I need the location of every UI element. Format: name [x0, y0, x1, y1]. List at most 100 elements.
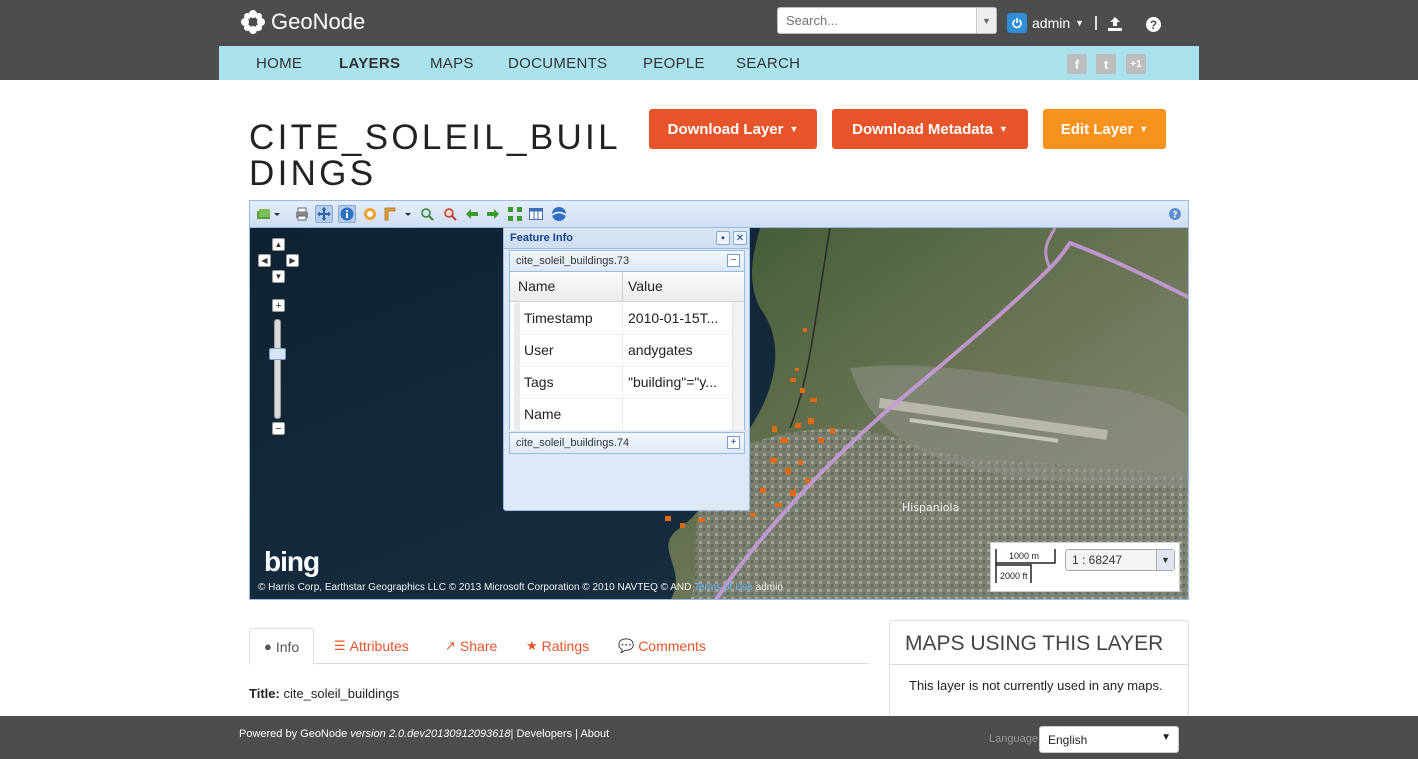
map-viewer: ? Hispaniola ▲ ◀ ▶ ▼ + − bing © Harris C…	[249, 200, 1189, 600]
zoom-slider-handle[interactable]	[269, 348, 286, 360]
user-menu[interactable]: admin ▼	[1007, 13, 1084, 33]
share-icon: ↗	[445, 638, 456, 653]
property-value: 2010-01-15T...	[628, 310, 719, 326]
nav-documents[interactable]: DOCUMENTS	[508, 55, 607, 72]
query-info-icon[interactable]	[338, 205, 356, 223]
feature-info-window: Feature Info ▪ ✕ cite_soleil_buildings.7…	[503, 228, 750, 511]
terms-of-use-link[interactable]: Terms of Use	[694, 582, 753, 593]
nav-home[interactable]: HOME	[256, 55, 302, 72]
column-header-value[interactable]: Value	[628, 278, 663, 294]
tab-info[interactable]: ● Info	[249, 628, 315, 665]
nav-search[interactable]: SEARCH	[736, 55, 800, 72]
map-attribution: © Harris Corp, Earthstar Geographics LLC…	[258, 582, 783, 593]
top-header: GeoNode ▼ admin ▼ ? HOME LAYERS MAPS DOC…	[0, 0, 1418, 80]
page-title: CITE_SOLEIL_BUILDINGS	[249, 118, 621, 193]
map-toolbar: ?	[250, 201, 1188, 228]
twitter-icon[interactable]: t	[1096, 54, 1116, 74]
feature-group-label: cite_soleil_buildings.73	[516, 255, 630, 267]
list-icon: ☰	[334, 638, 346, 653]
map-help-icon[interactable]: ?	[1166, 205, 1184, 223]
navigate-back-icon[interactable]	[463, 205, 481, 223]
feature-group-73[interactable]: cite_soleil_buildings.73 −	[509, 250, 745, 272]
nav-people[interactable]: PEOPLE	[643, 55, 705, 72]
pan-up-button[interactable]: ▲	[272, 238, 285, 251]
help-icon[interactable]: ?	[1146, 17, 1161, 32]
scale-imperial: 2000 ft	[1000, 571, 1028, 581]
language-label: Language	[989, 733, 1038, 745]
pan-icon[interactable]	[315, 205, 333, 223]
tab-comments[interactable]: 💬 Comments	[618, 628, 706, 664]
property-value: andygates	[628, 342, 693, 358]
language-select[interactable]: English ▼	[1039, 726, 1179, 753]
navigate-forward-icon[interactable]	[484, 205, 502, 223]
property-name: Timestamp	[524, 310, 593, 326]
zoom-slider-track[interactable]	[274, 319, 281, 419]
caret-down-icon: ▼	[789, 124, 799, 134]
pan-left-button[interactable]: ◀	[258, 254, 271, 267]
pan-right-button[interactable]: ▶	[286, 254, 299, 267]
search-input[interactable]	[778, 8, 974, 33]
nav-maps[interactable]: MAPS	[430, 55, 474, 72]
table-view-icon[interactable]	[527, 205, 545, 223]
pin-icon[interactable]: ▪	[716, 231, 730, 245]
geonode-logo[interactable]: GeoNode	[240, 8, 365, 36]
download-layer-label: Download Layer	[667, 120, 784, 138]
close-icon[interactable]: ✕	[733, 231, 747, 245]
layer-title-field: Title: cite_soleil_buildings	[249, 686, 399, 701]
power-icon	[1007, 13, 1027, 33]
zoom-to-extent-icon[interactable]	[506, 205, 524, 223]
tab-info-label: Info	[275, 638, 300, 655]
comment-icon: 💬	[618, 638, 635, 653]
upload-icon[interactable]	[1107, 16, 1123, 32]
info-circle-icon: ●	[264, 639, 272, 654]
column-header-name[interactable]: Name	[518, 278, 555, 294]
property-value: "building"="y...	[628, 374, 717, 390]
footer-links[interactable]: | Developers | About	[511, 728, 610, 740]
print-icon[interactable]	[293, 205, 311, 223]
download-metadata-button[interactable]: Download Metadata ▼	[832, 109, 1028, 149]
main-navbar: HOME LAYERS MAPS DOCUMENTS PEOPLE SEARCH…	[219, 46, 1199, 80]
tab-ratings[interactable]: ★ Ratings	[526, 628, 589, 664]
chevron-down-icon: ▼	[1075, 18, 1085, 28]
google-earth-icon[interactable]	[550, 205, 568, 223]
edit-layer-button[interactable]: Edit Layer ▼	[1043, 109, 1166, 149]
place-label: Hispaniola	[902, 501, 959, 514]
footer: Powered by GeoNode version 2.0.dev201309…	[0, 716, 1418, 759]
language-value: English	[1048, 733, 1088, 747]
tab-attributes[interactable]: ☰ Attributes	[334, 628, 409, 664]
facebook-icon[interactable]: f	[1067, 54, 1087, 74]
measure-icon[interactable]	[361, 205, 379, 223]
nav-layers[interactable]: LAYERS	[339, 55, 400, 72]
edit-layer-label: Edit Layer	[1060, 120, 1134, 138]
tab-share[interactable]: ↗ Share	[445, 628, 497, 664]
table-row[interactable]: User andygates	[510, 335, 730, 367]
feature-group-74[interactable]: cite_soleil_buildings.74 +	[509, 432, 745, 454]
scale-control: 1000 m 2000 ft 1 : 68247 ▼	[990, 542, 1180, 592]
download-metadata-label: Download Metadata	[852, 120, 993, 138]
scale-select[interactable]: 1 : 68247 ▼	[1065, 549, 1175, 571]
table-row[interactable]: Timestamp 2010-01-15T...	[510, 303, 730, 335]
zoom-out-icon[interactable]	[441, 205, 459, 223]
tab-comments-label: Comments	[638, 638, 706, 654]
layer-switcher-icon[interactable]	[255, 205, 281, 223]
panel-body: This layer is not currently used in any …	[909, 678, 1163, 693]
maps-using-layer-panel: MAPS USING THIS LAYER This layer is not …	[889, 620, 1189, 730]
collapse-icon[interactable]: −	[727, 254, 740, 267]
zoom-in-icon[interactable]	[418, 205, 436, 223]
download-layer-button[interactable]: Download Layer ▼	[649, 109, 817, 149]
table-row[interactable]: Name	[510, 399, 730, 431]
search-dropdown-toggle[interactable]: ▼	[976, 8, 996, 33]
pan-down-button[interactable]: ▼	[272, 270, 285, 283]
expand-icon[interactable]: +	[727, 436, 740, 449]
zoom-out-button[interactable]: −	[272, 422, 285, 435]
table-row[interactable]: Tags "building"="y...	[510, 367, 730, 399]
footer-credits: Powered by GeoNode version 2.0.dev201309…	[239, 728, 609, 740]
tab-ratings-label: Ratings	[541, 638, 590, 654]
zoom-in-button[interactable]: +	[272, 299, 285, 312]
grid-scrollbar[interactable]	[732, 302, 744, 430]
map-canvas[interactable]: Hispaniola ▲ ◀ ▶ ▼ + − bing © Harris Cor…	[250, 228, 1188, 599]
google-plus-one-icon[interactable]: +1	[1126, 54, 1146, 74]
title-label: Title:	[249, 686, 280, 701]
measure-tools-dropdown-icon[interactable]	[382, 205, 412, 223]
caret-down-icon: ▼	[1139, 124, 1149, 134]
